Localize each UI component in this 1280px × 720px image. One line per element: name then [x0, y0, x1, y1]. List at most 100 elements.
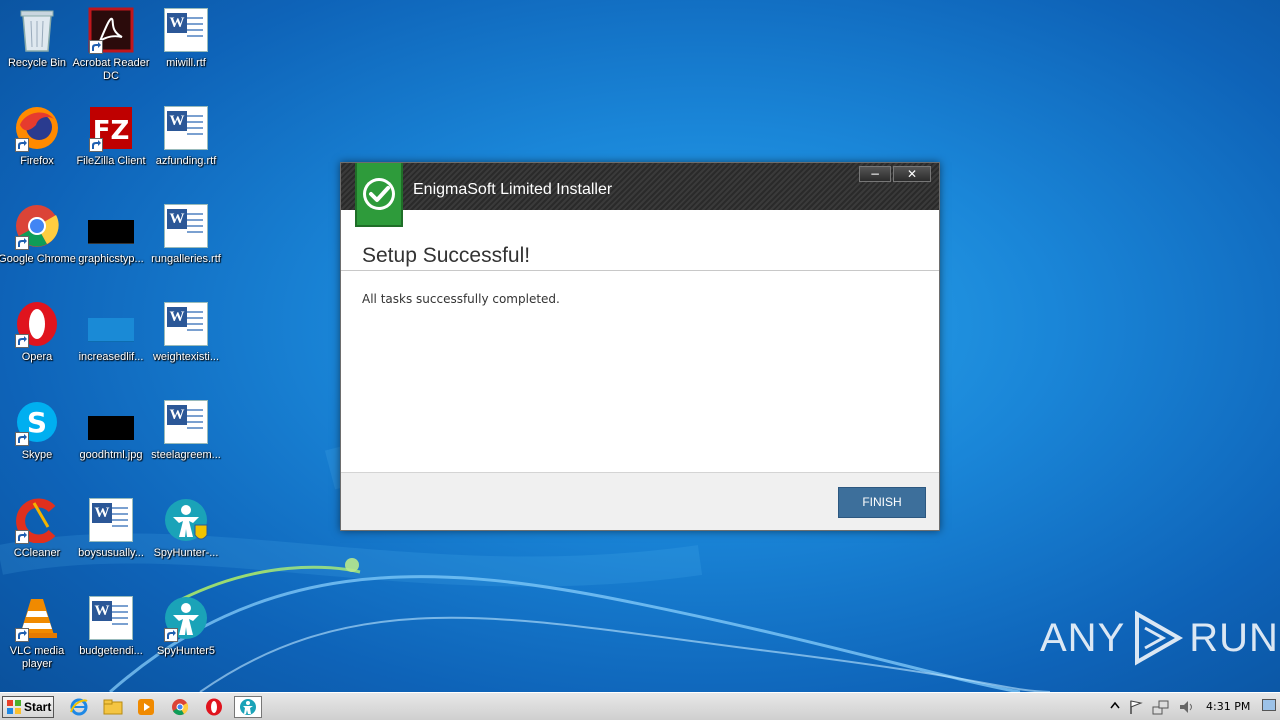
- desktop-icon-spyhunter-installer[interactable]: SpyHunter-...: [149, 496, 223, 560]
- word-document-icon: W: [162, 104, 210, 152]
- desktop-icon-firefox[interactable]: Firefox: [0, 104, 74, 168]
- clock[interactable]: 4:31 PM: [1206, 700, 1250, 713]
- enigmasoft-checkmark-logo-icon: [355, 163, 403, 227]
- shortcut-arrow-icon: [15, 628, 29, 642]
- desktop-icon-spyhunter5[interactable]: SpyHunter5: [149, 594, 223, 658]
- shortcut-arrow-icon: [89, 138, 103, 152]
- desktop-icon-label: miwill.rtf: [166, 57, 206, 69]
- image-file-icon: [87, 300, 135, 348]
- installer-footer: FINISH: [341, 472, 939, 530]
- shortcut-arrow-icon: [15, 138, 29, 152]
- status-message: All tasks successfully completed.: [362, 292, 560, 306]
- shortcut-arrow-icon: [15, 530, 29, 544]
- chrome-icon: [13, 202, 61, 250]
- file-explorer-icon[interactable]: [102, 697, 124, 717]
- desktop-icon-label: weightexisti...: [152, 351, 220, 363]
- desktop-icon-label: boysusually...: [78, 547, 144, 559]
- chrome-icon[interactable]: [169, 697, 191, 717]
- desktop-icon-graphicstyp[interactable]: graphicstyp...: [74, 202, 148, 266]
- close-button[interactable]: ✕: [893, 166, 931, 182]
- installer-icon: [240, 699, 256, 715]
- desktop-icon-goodhtml[interactable]: goodhtml.jpg: [74, 398, 148, 462]
- minimize-button[interactable]: −: [859, 166, 891, 182]
- desktop-icon-boysusually[interactable]: W boysusually...: [74, 496, 148, 560]
- spyhunter-icon: [162, 594, 210, 642]
- desktop-icon-label: SpyHunter-...: [153, 547, 219, 559]
- image-file-icon: [87, 202, 135, 250]
- vlc-cone-icon: [13, 594, 61, 642]
- word-document-icon: W: [87, 594, 135, 642]
- desktop-icon-label: Acrobat Reader DC: [72, 57, 150, 82]
- desktop-icon-azfunding[interactable]: W azfunding.rtf: [149, 104, 223, 168]
- windows-logo-icon: [7, 700, 21, 714]
- desktop-icon-recycle-bin[interactable]: Recycle Bin: [0, 6, 74, 70]
- desktop-icon-label: graphicstyp...: [78, 253, 144, 265]
- desktop-icon-acrobat[interactable]: Acrobat Reader DC: [72, 6, 150, 83]
- skype-icon: S: [13, 398, 61, 446]
- desktop-icon-opera[interactable]: Opera: [0, 300, 74, 364]
- desktop-icon-ccleaner[interactable]: CCleaner: [0, 496, 74, 560]
- word-document-icon: W: [162, 202, 210, 250]
- desktop-icon-skype[interactable]: S Skype: [0, 398, 74, 462]
- word-document-icon: W: [162, 300, 210, 348]
- play-logo-icon: [1135, 610, 1184, 666]
- desktop-icon-label: Google Chrome: [0, 253, 76, 265]
- shortcut-arrow-icon: [164, 628, 178, 642]
- anyrun-watermark: ANY RUN: [1040, 610, 1279, 666]
- acrobat-reader-icon: [87, 6, 135, 54]
- taskbar: Start 4:31 PM: [0, 692, 1280, 720]
- desktop-icon-chrome[interactable]: Google Chrome: [0, 202, 76, 266]
- start-label: Start: [24, 700, 52, 714]
- shortcut-arrow-icon: [15, 432, 29, 446]
- action-center-flag-icon[interactable]: [1128, 699, 1144, 715]
- watermark-text-left: ANY: [1040, 615, 1126, 660]
- opera-icon[interactable]: [203, 697, 225, 717]
- opera-icon: [13, 300, 61, 348]
- shortcut-arrow-icon: [15, 334, 29, 348]
- installer-title: EnigmaSoft Limited Installer: [413, 181, 613, 198]
- shortcut-arrow-icon: [89, 40, 103, 54]
- svg-text:S: S: [27, 406, 47, 439]
- firefox-icon: [13, 104, 61, 152]
- desktop-icon-filezilla[interactable]: FZ FileZilla Client: [74, 104, 148, 168]
- installer-taskbar-button[interactable]: [234, 696, 262, 718]
- desktop-icon-miwill[interactable]: W miwill.rtf: [149, 6, 223, 70]
- word-document-icon: W: [162, 6, 210, 54]
- word-document-icon: W: [162, 398, 210, 446]
- desktop-icon-rungalleries[interactable]: W rungalleries.rtf: [149, 202, 223, 266]
- desktop-icon-vlc[interactable]: VLC media player: [0, 594, 74, 671]
- recycle-bin-icon: [13, 6, 61, 54]
- desktop-icon-label: azfunding.rtf: [155, 155, 217, 167]
- installer-titlebar[interactable]: EnigmaSoft Limited Installer − ✕: [341, 163, 939, 210]
- image-file-icon: [87, 398, 135, 446]
- installer-window: EnigmaSoft Limited Installer − ✕ Setup S…: [340, 162, 940, 531]
- start-button[interactable]: Start: [2, 696, 54, 718]
- network-icon[interactable]: [1152, 699, 1170, 715]
- desktop-icon-label: Skype: [21, 449, 53, 461]
- media-player-icon[interactable]: [135, 697, 157, 717]
- desktop-icon-label: VLC media player: [9, 645, 65, 670]
- desktop-icon-label: rungalleries.rtf: [151, 253, 221, 265]
- page-title: Setup Successful!: [362, 244, 531, 267]
- desktop-icon-label: SpyHunter5: [156, 645, 216, 657]
- finish-button[interactable]: FINISH: [838, 487, 926, 518]
- desktop-icon-label: Opera: [21, 351, 53, 363]
- word-document-icon: W: [87, 496, 135, 544]
- internet-explorer-icon[interactable]: [68, 697, 90, 717]
- show-desktop-button[interactable]: [1262, 699, 1276, 711]
- desktop-icon-label: budgetendi...: [79, 645, 143, 657]
- desktop-icon-label: CCleaner: [13, 547, 61, 559]
- desktop-icon-label: goodhtml.jpg: [79, 449, 143, 461]
- ccleaner-icon: [13, 496, 61, 544]
- desktop-icon-label: steelagreem...: [151, 449, 221, 461]
- desktop-icon-weightexisti[interactable]: W weightexisti...: [149, 300, 223, 364]
- desktop-icon-label: Recycle Bin: [7, 57, 67, 69]
- desktop-icon-label: FileZilla Client: [76, 155, 146, 167]
- shortcut-arrow-icon: [15, 236, 29, 250]
- show-hidden-icons-icon[interactable]: [1110, 700, 1120, 712]
- desktop-icon-budgetendi[interactable]: W budgetendi...: [74, 594, 148, 658]
- volume-icon[interactable]: [1178, 699, 1196, 715]
- desktop-icon-steelagreem[interactable]: W steelagreem...: [149, 398, 223, 462]
- desktop-icon-label: increasedlif...: [78, 351, 144, 363]
- desktop-icon-increasedlif[interactable]: increasedlif...: [74, 300, 148, 364]
